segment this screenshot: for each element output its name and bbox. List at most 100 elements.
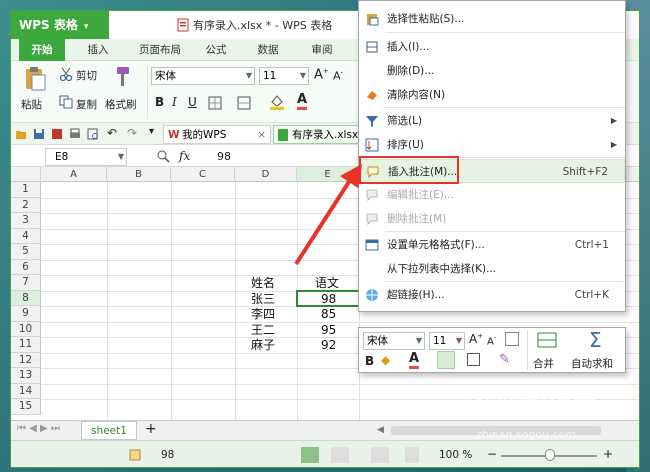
mini-format-icon[interactable]: [505, 332, 519, 346]
row-header[interactable]: 3: [11, 213, 41, 229]
merge-icon[interactable]: [237, 96, 251, 110]
mini-autosum-button[interactable]: 自动求和: [571, 356, 613, 371]
cell-d7[interactable]: 姓名: [251, 276, 275, 291]
paste-icon[interactable]: [23, 65, 47, 93]
menu-item-filter[interactable]: 筛选(L) ▶: [359, 109, 625, 133]
mini-border-icon[interactable]: [467, 353, 480, 366]
sheet-nav-icon[interactable]: ⏮ ◀ ▶ ⏭: [17, 423, 60, 434]
undo-icon[interactable]: ↶: [107, 126, 117, 140]
row-header-active[interactable]: 8: [11, 290, 41, 306]
menu-item-delete-comment[interactable]: 删除批注(M): [359, 207, 625, 231]
mini-grow-font-button[interactable]: A+: [469, 332, 483, 346]
fx-button[interactable]: fx: [179, 149, 190, 163]
zoom-icon[interactable]: [157, 150, 170, 163]
tab-review[interactable]: 审阅: [299, 39, 345, 61]
redo-icon[interactable]: ↷: [127, 126, 137, 140]
row-header[interactable]: 15: [11, 399, 41, 415]
menu-item-edit-comment[interactable]: 编辑批注(E)...: [359, 183, 625, 207]
mini-size-select[interactable]: 11 ▼: [429, 332, 465, 350]
autosum-icon[interactable]: Σ: [589, 328, 602, 352]
row-header[interactable]: 4: [11, 228, 41, 244]
scroll-left-icon[interactable]: ◀: [377, 425, 387, 435]
name-box[interactable]: E8 ▼: [45, 148, 127, 166]
border-icon[interactable]: [208, 96, 222, 110]
mini-font-select[interactable]: 宋体 ▼: [363, 332, 425, 350]
row-header[interactable]: 13: [11, 368, 41, 384]
customize-icon[interactable]: ▾: [149, 126, 154, 137]
menu-item-hyperlink[interactable]: 超链接(H)... Ctrl+K: [359, 283, 625, 307]
copy-button[interactable]: 复制: [76, 97, 97, 112]
doc-tab-my-wps[interactable]: W 我的WPS ×: [163, 125, 271, 144]
cell-d8[interactable]: 张三: [251, 292, 275, 307]
mini-align-icon[interactable]: [437, 351, 455, 369]
menu-item-delete[interactable]: 删除(D)...: [359, 59, 625, 83]
italic-button[interactable]: I: [172, 95, 177, 109]
mini-shrink-font-button[interactable]: A-: [487, 334, 496, 347]
menu-item-sort[interactable]: 排序(U) ▶: [359, 133, 625, 157]
bold-button[interactable]: B: [155, 95, 164, 109]
cut-button[interactable]: 剪切: [76, 68, 97, 83]
app-menu-button[interactable]: WPS 表格 ▾: [11, 11, 109, 39]
menu-item-paste-special[interactable]: 选择性粘贴(S)...: [359, 7, 625, 31]
zoom-slider-thumb[interactable]: [545, 449, 555, 461]
menu-item-insert[interactable]: 插入(I)...: [359, 35, 625, 59]
mini-bold-button[interactable]: B: [365, 354, 374, 368]
copy-icon[interactable]: [59, 95, 73, 109]
column-header[interactable]: A: [41, 167, 107, 182]
reading-view-icon[interactable]: [405, 447, 419, 463]
pdf-icon[interactable]: [51, 128, 63, 140]
row-header[interactable]: 6: [11, 259, 41, 275]
tab-insert[interactable]: 插入: [75, 39, 121, 61]
row-header[interactable]: 11: [11, 337, 41, 353]
shrink-font-button[interactable]: A-: [333, 69, 343, 83]
font-size-select[interactable]: 11 ▼: [259, 67, 309, 85]
formula-input[interactable]: 98: [217, 150, 231, 163]
tab-home[interactable]: 开始: [19, 39, 65, 61]
page-layout-view-icon[interactable]: [371, 447, 389, 463]
open-folder-icon[interactable]: [15, 128, 27, 140]
cell-d10[interactable]: 王二: [251, 323, 275, 338]
cell-d11[interactable]: 麻子: [251, 338, 275, 353]
menu-item-format-cells[interactable]: 设置单元格格式(F)... Ctrl+1: [359, 233, 625, 257]
mini-font-color-button[interactable]: A: [409, 352, 420, 369]
row-header[interactable]: 2: [11, 197, 41, 213]
row-header[interactable]: 14: [11, 383, 41, 399]
scissors-icon[interactable]: [59, 67, 73, 81]
underline-button[interactable]: U: [188, 95, 197, 109]
tab-data[interactable]: 数据: [245, 39, 291, 61]
cell-e9[interactable]: 85: [321, 307, 336, 322]
mini-merge-button[interactable]: 合并: [533, 356, 554, 371]
column-header[interactable]: C: [171, 167, 235, 182]
row-header[interactable]: 7: [11, 275, 41, 291]
merge-cells-icon[interactable]: [537, 332, 557, 348]
close-icon[interactable]: ×: [257, 126, 266, 144]
add-sheet-icon[interactable]: +: [145, 421, 157, 437]
format-painter-button[interactable]: 格式刷: [105, 97, 137, 112]
row-header[interactable]: 10: [11, 321, 41, 337]
menu-item-clear[interactable]: 清除内容(N): [359, 83, 625, 107]
cell-e8[interactable]: 98: [321, 292, 336, 307]
row-header[interactable]: 5: [11, 244, 41, 260]
cell-d9[interactable]: 李四: [251, 307, 275, 322]
cell-e11[interactable]: 92: [321, 338, 336, 353]
column-header[interactable]: B: [107, 167, 171, 182]
mini-clear-icon[interactable]: ✎: [499, 352, 510, 367]
page-break-view-icon[interactable]: [331, 447, 349, 463]
format-painter-icon[interactable]: [111, 65, 133, 89]
row-header[interactable]: 12: [11, 352, 41, 368]
row-header[interactable]: 9: [11, 306, 41, 322]
print-preview-icon[interactable]: [87, 128, 99, 140]
zoom-in-icon[interactable]: +: [603, 447, 613, 461]
zoom-out-icon[interactable]: −: [487, 447, 497, 461]
tab-page-layout[interactable]: 页面布局: [129, 39, 191, 61]
row-header[interactable]: 1: [11, 182, 41, 198]
mini-fill-color-icon[interactable]: ◆: [381, 353, 390, 367]
font-family-select[interactable]: 宋体 ▼: [151, 67, 255, 85]
paste-button[interactable]: 粘贴: [21, 97, 42, 112]
sheet-tab[interactable]: sheet1: [81, 421, 137, 440]
fill-color-icon[interactable]: [269, 93, 285, 111]
grow-font-button[interactable]: A+: [314, 67, 329, 82]
tab-formulas[interactable]: 公式: [193, 39, 239, 61]
normal-view-icon[interactable]: [301, 447, 319, 463]
save-icon[interactable]: [33, 128, 45, 140]
